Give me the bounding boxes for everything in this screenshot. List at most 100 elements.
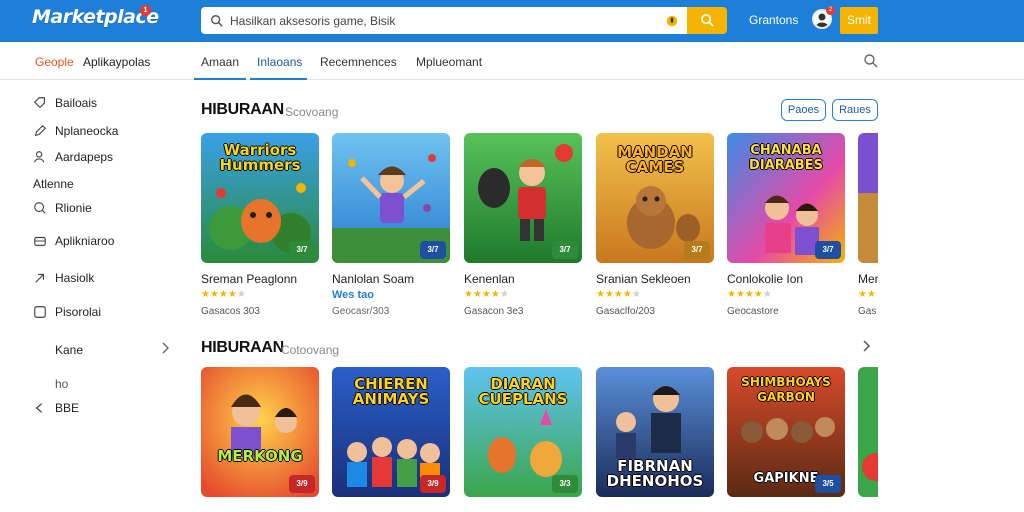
game-card[interactable]: 3/7 (332, 133, 450, 263)
tag-icon (33, 97, 45, 109)
star-rating: ★★★★★ (727, 289, 772, 300)
game-name[interactable]: Nanlolan Soam (332, 272, 452, 286)
sidebar-item-7[interactable]: Pisorolai (33, 305, 101, 319)
game-price: Gasacon 3e3 (464, 306, 524, 317)
tab-2[interactable]: Inlaoans (257, 55, 302, 69)
age-rating-badge: 3/9 (289, 475, 315, 493)
game-card[interactable]: DIARAN CUEPLANS 3/3 (464, 367, 582, 497)
age-rating-badge: 3/7 (815, 241, 841, 259)
pen-icon (34, 124, 47, 137)
game-card[interactable]: Warriors Hummers 3/7 (201, 133, 319, 263)
sidebar-heading: Atlenne (33, 177, 74, 191)
art-title: DIARAN CUEPLANS (478, 375, 568, 408)
signin-button[interactable]: Smit (840, 7, 878, 34)
art-title: SHIMBHOAYS GARBON (741, 375, 831, 404)
filter-pill-1[interactable]: Paoes (781, 99, 826, 121)
star-rating: ★★★★★ (464, 289, 509, 300)
brand-name[interactable]: Aplikaypolas (83, 55, 150, 69)
game-art-image (858, 133, 878, 263)
search-circle-icon (34, 202, 46, 214)
age-rating-badge: 3/7 (289, 241, 315, 259)
game-name[interactable]: Conlokolie Ion (727, 272, 847, 286)
game-card[interactable]: CHIEREN ANIMAYS 3/9 (332, 367, 450, 497)
user-icon (34, 151, 45, 163)
chevron-right-icon[interactable] (862, 340, 872, 352)
box-icon (34, 236, 46, 246)
game-price: Gasaclfo/203 (596, 306, 655, 317)
sidebar-item-2[interactable]: Nplaneocka (33, 124, 118, 138)
top-nav-link[interactable]: Grantons (749, 13, 798, 27)
square-icon (34, 306, 46, 318)
art-title: CHANABA DIARABES (749, 143, 823, 173)
art-title: MERKONG (217, 447, 303, 465)
search-icon (211, 14, 223, 27)
search-button[interactable] (687, 7, 727, 34)
sidebar-item-label: Aardapeps (55, 150, 114, 164)
game-art-image (858, 367, 878, 497)
tab-indicator-active (250, 78, 307, 80)
tab-1[interactable]: Amaan (201, 55, 239, 69)
art-title: CHIEREN ANIMAYS (352, 375, 430, 408)
search-icon[interactable] (863, 53, 879, 69)
star-rating: ★★ (858, 289, 876, 300)
sidebar-item-label: Nplaneocka (55, 124, 119, 138)
game-card[interactable]: MERKONG 3/9 (201, 367, 319, 497)
art-title: MANDAN CAMES (617, 143, 693, 176)
search-icon (700, 14, 714, 27)
star-rating: ★★★★★ (596, 289, 641, 300)
game-card-partial[interactable] (858, 367, 878, 497)
section-subtitle: Scovoang (285, 105, 339, 119)
filter-pill-2[interactable]: Raues (832, 99, 878, 121)
game-name[interactable]: Men (858, 272, 878, 286)
top-bar: Marketplace 1 Grantons 2 Smit (0, 0, 1024, 42)
chevron-left-icon (35, 403, 43, 413)
sidebar-item-1[interactable]: Bailoais (33, 96, 97, 110)
sidebar-item-label: Aplikniaroo (55, 234, 115, 248)
arrow-up-right-icon (35, 273, 45, 283)
game-price: Gasacos 303 (201, 306, 260, 317)
section-subtitle: Cotoovang (281, 343, 340, 357)
sidebar-item-label: Pisorolai (55, 305, 102, 319)
sub-nav: Geople Aplikaypolas Amaan Inlaoans Recem… (0, 42, 1024, 80)
sidebar-item-4[interactable]: Rlionie (33, 201, 92, 215)
game-name[interactable]: Kenenlan (464, 272, 584, 286)
game-card[interactable]: CHANABA DIARABES 3/7 (727, 133, 845, 263)
chevron-right-icon[interactable] (162, 342, 170, 354)
game-card[interactable]: FIBRNAN DHENOHOS (596, 367, 714, 497)
age-rating-badge: 3/7 (420, 241, 446, 259)
game-card-partial[interactable] (858, 133, 878, 263)
logo-badge: 1 (140, 5, 151, 16)
age-rating-badge: 3/7 (684, 241, 710, 259)
mic-icon[interactable] (665, 14, 679, 28)
game-meta: Geocasr/303 (332, 306, 390, 317)
age-rating-badge: 3/3 (552, 475, 578, 493)
tab-indicator (194, 78, 246, 80)
search-box[interactable] (201, 7, 687, 34)
star-rating: ★★★★★ (201, 289, 246, 300)
sidebar-item-5[interactable]: Aplikniaroo (33, 234, 114, 248)
sidebar-ho: ho (55, 377, 69, 391)
sidebar-item-label: Bailoais (55, 96, 98, 110)
game-card[interactable]: SHIMBHOAYS GARBON GAPIKNE 3/5 (727, 367, 845, 497)
game-card[interactable]: 3/7 (464, 133, 582, 263)
brand-accent[interactable]: Geople (35, 55, 74, 69)
section-title: HIBURAAN (201, 101, 284, 118)
sidebar-item-bottom[interactable]: BBE (33, 401, 79, 415)
sidebar-item-label: Hasiolk (55, 271, 95, 285)
game-name[interactable]: Sranian Sekleoen (596, 272, 716, 286)
sidebar-item-label: Rlionie (55, 201, 92, 215)
search-input[interactable] (230, 13, 665, 28)
art-title: Warriors Hummers (219, 141, 301, 174)
tab-3[interactable]: Recemnences (320, 55, 397, 69)
tab-4[interactable]: Mplueomant (416, 55, 482, 69)
section-title: HIBURAAN (201, 339, 284, 356)
sidebar-item-3[interactable]: Aardapeps (33, 150, 113, 164)
sidebar-item-6[interactable]: Hasiolk (33, 271, 94, 285)
art-title: FIBRNAN DHENOHOS (606, 457, 704, 490)
game-price: Gas (858, 306, 877, 317)
game-name[interactable]: Sreman Peaglonn (201, 272, 321, 286)
game-card[interactable]: MANDAN CAMES 3/7 (596, 133, 714, 263)
sidebar-kane[interactable]: Kane (55, 343, 83, 357)
age-rating-badge: 3/9 (420, 475, 446, 493)
age-rating-badge: 3/5 (815, 475, 841, 493)
